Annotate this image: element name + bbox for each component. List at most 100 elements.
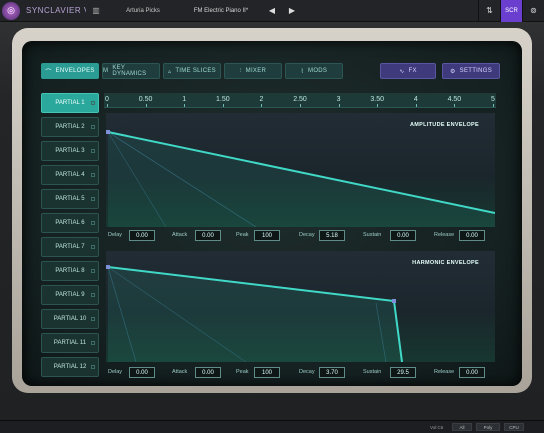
release-value-field[interactable]: 0.00 [459, 367, 485, 378]
partial-select-icon[interactable] [91, 101, 95, 105]
ruler-tick-label: 0.50 [138, 96, 153, 103]
partial-select-icon[interactable] [91, 125, 95, 129]
partial-label: PARTIAL 6 [55, 220, 85, 226]
partial-button[interactable]: PARTIAL 10 [41, 309, 99, 329]
partial-select-icon[interactable] [91, 365, 95, 369]
app-title[interactable]: SYNCLAVIER V [26, 6, 86, 15]
decay-value-field[interactable]: 3.70 [319, 367, 345, 378]
ruler-tick-label: 1.50 [215, 96, 230, 103]
partial-label: PARTIAL 11 [53, 340, 87, 346]
ruler-tick-label: 0 [105, 96, 109, 103]
peak-label: Peak [236, 369, 249, 375]
tab-mixer[interactable]: ⫶ MIXER [224, 63, 282, 79]
tab-time-slices[interactable]: ▵ TIME SLICES [163, 63, 221, 79]
channel-select[interactable]: All [452, 423, 472, 431]
ruler-tick-label: 3 [336, 96, 341, 103]
library-icon[interactable]: ▥ [86, 6, 106, 15]
amplitude-envelope-graph[interactable]: AMPLITUDE ENVELOPE [106, 113, 495, 227]
partial-select-icon[interactable] [91, 197, 95, 201]
partial-label: PARTIAL 9 [55, 292, 85, 298]
partial-label: PARTIAL 2 [55, 124, 85, 130]
attack-value-field[interactable]: 0.00 [195, 367, 221, 378]
scr-button[interactable]: SCR [500, 0, 522, 22]
ruler-tick-label: 1 [182, 96, 187, 103]
partial-button[interactable]: PARTIAL 11 [41, 333, 99, 353]
partial-select-icon[interactable] [91, 317, 95, 321]
ruler-tick [222, 104, 224, 107]
release-label: Release [434, 369, 455, 375]
attack-value-field[interactable]: 0.00 [195, 230, 221, 241]
time-ruler[interactable]: 0 0.50 1 1.50 2 2.50 3 3.50 4 4.50 5 [104, 93, 496, 108]
ruler-tick [338, 104, 340, 107]
attack-label: Attack [172, 369, 188, 375]
tab-envelopes[interactable]: ⌒ ENVELOPES [41, 63, 99, 79]
attack-label: Attack [172, 232, 188, 238]
amplitude-params: Delay 0.00 Attack 0.00 Peak 100 Decay 5.18 Susta… [106, 230, 495, 242]
arturia-logo-icon[interactable]: ◎ [2, 1, 20, 20]
delay-value-field[interactable]: 0.00 [129, 230, 155, 241]
partial-button[interactable]: PARTIAL 7 [41, 237, 99, 257]
peak-value-field[interactable]: 100 [254, 367, 280, 378]
sustain-value-field[interactable]: 29.5 [390, 367, 416, 378]
partial-button[interactable]: PARTIAL 4 [41, 165, 99, 185]
partial-select-icon[interactable] [91, 269, 95, 273]
tab-settings[interactable]: ⚙ SETTINGS [442, 63, 500, 79]
preset-name[interactable]: FM Electric Piano II* [180, 8, 262, 14]
settings-circle-icon[interactable]: ⊚ [522, 0, 544, 22]
amplitude-envelope-curve[interactable] [106, 113, 495, 227]
previous-preset-icon[interactable]: ◀ [262, 6, 282, 15]
partial-select-icon[interactable] [91, 341, 95, 345]
slices-icon: ▵ [168, 68, 172, 75]
fx-icon: ∿ [399, 68, 405, 75]
partial-select-icon[interactable] [91, 293, 95, 297]
preset-author[interactable]: Arturia Picks [106, 8, 180, 14]
sustain-label: Sustain [363, 232, 382, 238]
partial-button[interactable]: PARTIAL 9 [41, 285, 99, 305]
partial-button[interactable]: PARTIAL 6 [41, 213, 99, 233]
peak-value-field[interactable]: 100 [254, 230, 280, 241]
ruler-tick-label: 4 [413, 96, 418, 103]
release-label: Release [434, 232, 455, 238]
ruler-tick [300, 104, 301, 107]
tab-key-dynamics[interactable]: M KEY DYNAMICS [102, 63, 160, 79]
ruler-tick [377, 104, 379, 107]
tab-mods[interactable]: ⌇ MODS [285, 63, 343, 79]
next-preset-icon[interactable]: ▶ [282, 6, 302, 15]
updown-arrows-icon[interactable]: ⇅ [478, 0, 500, 22]
tab-fx[interactable]: ∿ FX [380, 63, 436, 79]
amplitude-peak-handle[interactable] [106, 130, 110, 134]
partial-select-icon[interactable] [91, 173, 95, 177]
decay-value-field[interactable]: 5.18 [319, 230, 345, 241]
ruler-tick [107, 104, 108, 107]
sustain-value-field[interactable]: 0.00 [390, 230, 416, 241]
partial-button[interactable]: PARTIAL 1 [41, 93, 99, 113]
ruler-tick [493, 104, 494, 107]
harmonic-peak-handle[interactable] [106, 265, 110, 269]
partial-select-icon[interactable] [91, 245, 95, 249]
delay-value-field[interactable]: 0.00 [129, 367, 155, 378]
partial-button[interactable]: PARTIAL 8 [41, 261, 99, 281]
ruler-tick [184, 104, 186, 107]
harmonic-envelope-curve[interactable] [106, 251, 495, 362]
partial-select-icon[interactable] [91, 149, 95, 153]
harmonic-envelope-title: HARMONIC ENVELOPE [412, 260, 479, 266]
partial-label: PARTIAL 1 [55, 100, 85, 106]
poly-select[interactable]: Poly [476, 423, 500, 431]
partial-label: PARTIAL 5 [55, 196, 85, 202]
amplitude-envelope-title: AMPLITUDE ENVELOPE [410, 122, 479, 128]
ruler-tick-label: 2.50 [293, 96, 307, 103]
status-bar: Vol:C6 All Poly CPU [0, 420, 544, 433]
partial-select-icon[interactable] [91, 221, 95, 225]
release-value-field[interactable]: 0.00 [459, 230, 485, 241]
harmonic-params: Delay 0.00 Attack 0.00 Peak 100 Decay 3.70 Susta… [106, 367, 495, 379]
partial-button[interactable]: PARTIAL 12 [41, 357, 99, 377]
top-toolbar: ◎ SYNCLAVIER V ▥ Arturia Picks FM Electr… [0, 0, 544, 22]
volume-label: Vol:C6 [430, 424, 444, 430]
decay-label: Decay [299, 232, 315, 238]
harmonic-envelope-graph[interactable]: HARMONIC ENVELOPE [106, 251, 495, 362]
partial-button[interactable]: PARTIAL 2 [41, 117, 99, 137]
peak-label: Peak [236, 232, 249, 238]
partial-button[interactable]: PARTIAL 3 [41, 141, 99, 161]
harmonic-sustain-handle[interactable] [392, 299, 396, 303]
partial-button[interactable]: PARTIAL 5 [41, 189, 99, 209]
